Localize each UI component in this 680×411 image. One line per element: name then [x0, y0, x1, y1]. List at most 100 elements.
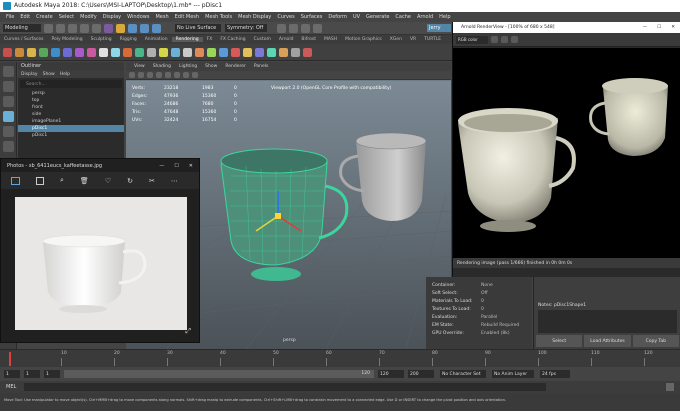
select-by-hierarchy-icon[interactable]: [104, 23, 113, 33]
shelf-tab-turtle[interactable]: TURTLE: [420, 37, 445, 42]
channel-select[interactable]: RGB color: [456, 35, 488, 44]
current-time-indicator[interactable]: [9, 352, 11, 366]
shelf-tool-icon[interactable]: [147, 47, 156, 57]
menu-generate[interactable]: Generate: [366, 14, 389, 20]
outliner-menu-help[interactable]: Help: [60, 72, 70, 77]
viewport-menu-shading[interactable]: Shading: [153, 64, 171, 69]
crop-icon[interactable]: ✂: [149, 177, 155, 185]
menu-file[interactable]: File: [6, 14, 14, 20]
snap-point-icon[interactable]: [152, 23, 161, 33]
menu-select[interactable]: Select: [59, 14, 74, 20]
shelf-tool-icon[interactable]: [3, 47, 12, 57]
shelf-tab-vr[interactable]: VR: [406, 37, 420, 42]
maximize-icon[interactable]: ☐: [657, 25, 661, 30]
menu-mesh-display[interactable]: Mesh Display: [238, 14, 271, 20]
render-refresh-icon[interactable]: [491, 36, 498, 43]
menu-create[interactable]: Create: [36, 14, 53, 20]
shadows-icon[interactable]: [174, 72, 180, 78]
menu-curves[interactable]: Curves: [277, 14, 294, 20]
render-icon[interactable]: [277, 23, 286, 33]
viewport-menu-view[interactable]: View: [134, 64, 145, 69]
see-all-photos-icon[interactable]: [11, 176, 20, 185]
menu-arnold[interactable]: Arnold: [417, 14, 433, 20]
shelf-tool-icon[interactable]: [159, 47, 168, 57]
shelf-tool-icon[interactable]: [99, 47, 108, 57]
shelf-tool-icon[interactable]: [255, 47, 264, 57]
user-account[interactable]: Jerry: [427, 24, 451, 32]
range-slider[interactable]: 120: [64, 370, 374, 378]
menu-mesh-tools[interactable]: Mesh Tools: [205, 14, 232, 20]
snap-curve-icon[interactable]: [140, 23, 149, 33]
menu-help[interactable]: Help: [439, 14, 450, 20]
shelf-tool-icon[interactable]: [51, 47, 60, 57]
fps-select[interactable]: 24 fps: [540, 370, 570, 378]
zoom-icon[interactable]: ⌕: [60, 176, 64, 185]
time-slider[interactable]: 10 20 30 40 50 60 70 80 90 100 110 120: [0, 349, 680, 367]
shelf-tool-icon[interactable]: [219, 47, 228, 57]
end-time-field[interactable]: 200: [408, 370, 434, 378]
shelf-tool-icon[interactable]: [183, 47, 192, 57]
viewport-menu-lighting[interactable]: Lighting: [179, 64, 197, 69]
select-object-icon[interactable]: [116, 23, 125, 33]
outliner-item-imageplane[interactable]: imagePlane1: [18, 118, 124, 125]
isolate-icon[interactable]: [192, 72, 198, 78]
select-button[interactable]: Select: [536, 335, 583, 347]
copy-tab-button[interactable]: Copy Tab: [632, 335, 679, 347]
menu-mesh[interactable]: Mesh: [155, 14, 168, 20]
shelf-tab-rendering[interactable]: Rendering: [171, 37, 203, 42]
outliner-item-pdisc1[interactable]: pDisc1: [18, 132, 124, 139]
minimize-icon[interactable]: —: [643, 25, 648, 30]
more-options-icon[interactable]: ⋯: [171, 177, 178, 185]
save-scene-icon[interactable]: [68, 23, 77, 33]
outliner-menu-show[interactable]: Show: [43, 72, 55, 77]
shelf-tab-bifrost[interactable]: Bifrost: [297, 37, 320, 42]
render-settings-icon[interactable]: [301, 23, 310, 33]
new-scene-icon[interactable]: [44, 23, 53, 33]
menu-cache[interactable]: Cache: [395, 14, 411, 20]
outliner-item-persp[interactable]: persp: [18, 90, 124, 97]
shelf-tool-icon[interactable]: [207, 47, 216, 57]
maximize-icon[interactable]: ☐: [174, 163, 178, 169]
shelf-tool-icon[interactable]: [303, 47, 312, 57]
redo-icon[interactable]: [92, 23, 101, 33]
current-frame-field[interactable]: 1: [44, 370, 60, 378]
shelf-tab-animation[interactable]: Animation: [141, 37, 172, 42]
shelf-tab-arnold[interactable]: Arnold: [275, 37, 298, 42]
lasso-tool-icon[interactable]: [3, 81, 14, 92]
menu-deform[interactable]: Deform: [328, 14, 347, 20]
shelf-tool-icon[interactable]: [63, 47, 72, 57]
shelf-tab-fx[interactable]: FX: [203, 37, 217, 42]
menu-edit[interactable]: Edit: [20, 14, 30, 20]
symmetry-field[interactable]: Symmetry: Off: [225, 24, 267, 32]
shelf-tool-icon[interactable]: [231, 47, 240, 57]
select-tool-icon[interactable]: [3, 66, 14, 77]
script-editor-icon[interactable]: [666, 383, 674, 391]
shelf-tab-mash[interactable]: MASH: [320, 37, 341, 42]
rotate-tool-icon[interactable]: [3, 126, 14, 137]
shelf-tool-icon[interactable]: [27, 47, 36, 57]
anim-layer-select[interactable]: No Anim Layer: [492, 370, 534, 378]
delete-icon[interactable]: 🗑: [80, 177, 89, 185]
shelf-tab-poly-modeling[interactable]: Poly Modeling: [48, 37, 87, 42]
camera-icon[interactable]: [129, 72, 135, 78]
undo-icon[interactable]: [80, 23, 89, 33]
character-set-select[interactable]: No Character Set: [440, 370, 486, 378]
shelf-tab-xgen[interactable]: XGen: [386, 37, 406, 42]
shelf-tab-custom[interactable]: Custom: [250, 37, 275, 42]
shelf-tab-curves-surfaces[interactable]: Curves / Surfaces: [0, 37, 48, 42]
menu-display[interactable]: Display: [103, 14, 121, 20]
viewport-menu-panels[interactable]: Panels: [254, 64, 268, 69]
smooth-shade-icon[interactable]: [147, 72, 153, 78]
menu-modify[interactable]: Modify: [80, 14, 97, 20]
shelf-tab-motion-graphics[interactable]: Motion Graphics: [341, 37, 386, 42]
shelf-tool-icon[interactable]: [111, 47, 120, 57]
move-tool-icon[interactable]: [3, 111, 14, 122]
load-attributes-button[interactable]: Load Attributes: [584, 335, 631, 347]
shelf-tool-icon[interactable]: [39, 47, 48, 57]
menu-windows[interactable]: Windows: [127, 14, 149, 20]
mel-input[interactable]: [24, 383, 546, 391]
lights-icon[interactable]: [165, 72, 171, 78]
xray-icon[interactable]: [183, 72, 189, 78]
ipr-render-icon[interactable]: [289, 23, 298, 33]
start-time-field[interactable]: 1: [4, 370, 20, 378]
